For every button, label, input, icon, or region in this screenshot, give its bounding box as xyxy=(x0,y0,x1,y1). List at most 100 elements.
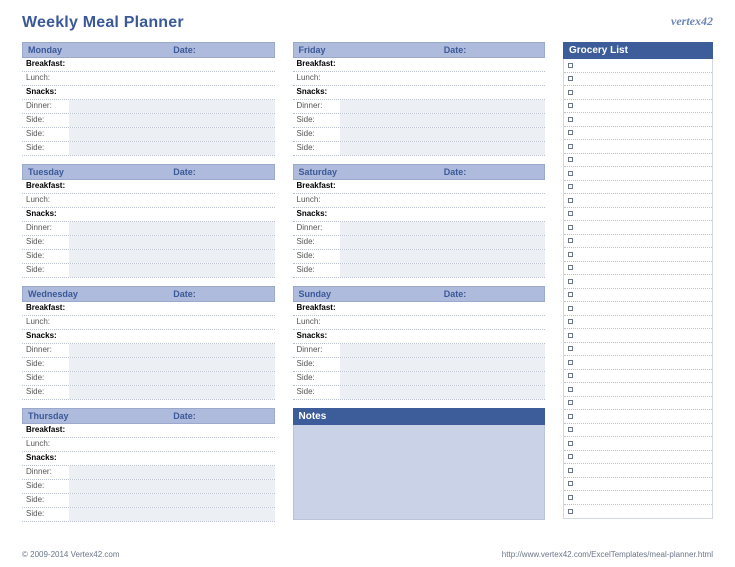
grocery-item[interactable] xyxy=(564,316,712,330)
row-dinner: Dinner: xyxy=(22,466,275,480)
checkbox-icon[interactable] xyxy=(568,441,573,446)
checkbox-icon[interactable] xyxy=(568,171,573,176)
grocery-item[interactable] xyxy=(564,181,712,195)
header: Weekly Meal Planner vertex42 xyxy=(22,14,713,32)
checkbox-icon[interactable] xyxy=(568,157,573,162)
grocery-item[interactable] xyxy=(564,235,712,249)
grocery-item[interactable] xyxy=(564,86,712,100)
grocery-item[interactable] xyxy=(564,329,712,343)
checkbox-icon[interactable] xyxy=(568,198,573,203)
checkbox-icon[interactable] xyxy=(568,103,573,108)
checkbox-icon[interactable] xyxy=(568,468,573,473)
grocery-item[interactable] xyxy=(564,478,712,492)
footer: © 2009-2014 Vertex42.com http://www.vert… xyxy=(22,550,713,559)
checkbox-icon[interactable] xyxy=(568,427,573,432)
grocery-item[interactable] xyxy=(564,59,712,73)
day-block: Friday Date: Breakfast: Lunch: Snacks: D… xyxy=(293,42,546,156)
row-snacks: Snacks: xyxy=(293,208,546,222)
checkbox-icon[interactable] xyxy=(568,144,573,149)
checkbox-icon[interactable] xyxy=(568,306,573,311)
checkbox-icon[interactable] xyxy=(568,117,573,122)
checkbox-icon[interactable] xyxy=(568,509,573,514)
checkbox-icon[interactable] xyxy=(568,76,573,81)
checkbox-icon[interactable] xyxy=(568,265,573,270)
checkbox-icon[interactable] xyxy=(568,387,573,392)
grocery-item[interactable] xyxy=(564,100,712,114)
row-lunch: Lunch: xyxy=(293,194,546,208)
checkbox-icon[interactable] xyxy=(568,373,573,378)
grocery-item[interactable] xyxy=(564,208,712,222)
row-dinner: Dinner: xyxy=(22,222,275,236)
grocery-item[interactable] xyxy=(564,73,712,87)
row-breakfast: Breakfast: xyxy=(22,302,275,316)
checkbox-icon[interactable] xyxy=(568,225,573,230)
checkbox-icon[interactable] xyxy=(568,481,573,486)
grocery-item[interactable] xyxy=(564,248,712,262)
row-side: Side: xyxy=(22,142,275,156)
checkbox-icon[interactable] xyxy=(568,184,573,189)
grocery-item[interactable] xyxy=(564,356,712,370)
grocery-item[interactable] xyxy=(564,194,712,208)
checkbox-icon[interactable] xyxy=(568,252,573,257)
grocery-list[interactable] xyxy=(563,59,713,519)
page: Weekly Meal Planner vertex42 Monday Date… xyxy=(0,0,735,567)
checkbox-icon[interactable] xyxy=(568,360,573,365)
grocery-item[interactable] xyxy=(564,167,712,181)
grocery-item[interactable] xyxy=(564,370,712,384)
checkbox-icon[interactable] xyxy=(568,346,573,351)
checkbox-icon[interactable] xyxy=(568,319,573,324)
checkbox-icon[interactable] xyxy=(568,211,573,216)
grocery-item[interactable] xyxy=(564,127,712,141)
row-side: Side: xyxy=(22,114,275,128)
grocery-item[interactable] xyxy=(564,383,712,397)
grocery-item[interactable] xyxy=(564,289,712,303)
grocery-item[interactable] xyxy=(564,262,712,276)
brand-logo: vertex42 xyxy=(671,14,713,29)
row-side: Side: xyxy=(293,386,546,400)
notes-body[interactable] xyxy=(293,425,546,520)
day-header: Saturday Date: xyxy=(293,164,546,180)
grocery-item[interactable] xyxy=(564,491,712,505)
grocery-item[interactable] xyxy=(564,397,712,411)
row-side: Side: xyxy=(22,128,275,142)
checkbox-icon[interactable] xyxy=(568,63,573,68)
checkbox-icon[interactable] xyxy=(568,279,573,284)
checkbox-icon[interactable] xyxy=(568,292,573,297)
column-middle: Friday Date: Breakfast: Lunch: Snacks: D… xyxy=(293,42,546,530)
grocery-item[interactable] xyxy=(564,343,712,357)
checkbox-icon[interactable] xyxy=(568,90,573,95)
checkbox-icon[interactable] xyxy=(568,414,573,419)
grocery-item[interactable] xyxy=(564,410,712,424)
row-dinner: Dinner: xyxy=(22,100,275,114)
grocery-item[interactable] xyxy=(564,221,712,235)
checkbox-icon[interactable] xyxy=(568,454,573,459)
checkbox-icon[interactable] xyxy=(568,333,573,338)
row-snacks: Snacks: xyxy=(293,86,546,100)
day-name: Tuesday xyxy=(23,165,168,179)
checkbox-icon[interactable] xyxy=(568,400,573,405)
grocery-item[interactable] xyxy=(564,140,712,154)
grocery-item[interactable] xyxy=(564,505,712,519)
checkbox-icon[interactable] xyxy=(568,238,573,243)
row-lunch: Lunch: xyxy=(22,72,275,86)
row-side: Side: xyxy=(293,142,546,156)
date-label: Date: xyxy=(168,287,273,301)
grocery-item[interactable] xyxy=(564,464,712,478)
columns: Monday Date: Breakfast: Lunch: Snacks: D… xyxy=(22,42,713,530)
grocery-item[interactable] xyxy=(564,275,712,289)
date-label: Date: xyxy=(439,43,544,57)
row-breakfast: Breakfast: xyxy=(22,424,275,438)
row-side: Side: xyxy=(293,250,546,264)
grocery-item[interactable] xyxy=(564,437,712,451)
grocery-item[interactable] xyxy=(564,113,712,127)
grocery-item[interactable] xyxy=(564,424,712,438)
row-breakfast: Breakfast: xyxy=(293,302,546,316)
grocery-item[interactable] xyxy=(564,451,712,465)
checkbox-icon[interactable] xyxy=(568,130,573,135)
checkbox-icon[interactable] xyxy=(568,495,573,500)
row-lunch: Lunch: xyxy=(22,194,275,208)
grocery-item[interactable] xyxy=(564,154,712,168)
row-snacks: Snacks: xyxy=(22,452,275,466)
row-dinner: Dinner: xyxy=(293,100,546,114)
grocery-item[interactable] xyxy=(564,302,712,316)
